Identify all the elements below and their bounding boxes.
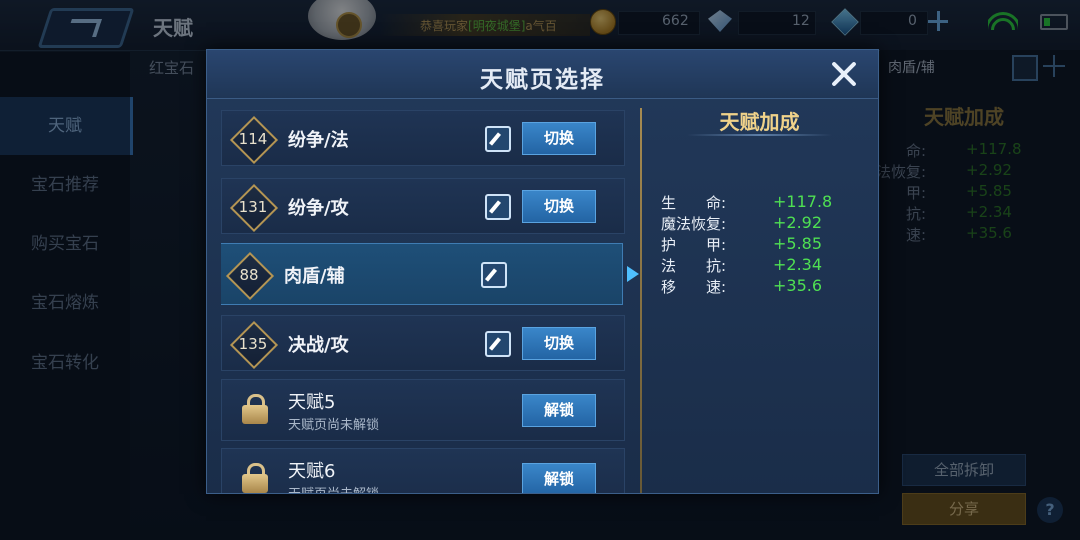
panel-divider xyxy=(640,108,642,493)
stat-label: 法 抗: xyxy=(661,257,727,275)
talent-page-row-selected[interactable]: 88 肉盾/辅 xyxy=(221,243,623,305)
level-badge: 135 xyxy=(229,320,279,370)
locked-hint: 天赋页尚未解锁 xyxy=(288,483,379,493)
stat-value: +2.34 xyxy=(773,255,823,274)
talent-page-row[interactable]: 114 纷争/法 切换 xyxy=(221,110,625,166)
edit-icon[interactable] xyxy=(485,331,511,357)
stat-value: +2.92 xyxy=(773,213,823,232)
bonus-stat-row: 移 速: +35.6 xyxy=(661,276,871,298)
dialog-header: 天赋页选择 xyxy=(207,50,878,99)
talent-page-selection-dialog: 天赋页选择 114 纷争/法 切换 131 纷争/攻 切换 88 肉盾/辅 13… xyxy=(206,49,879,494)
locked-hint: 天赋页尚未解锁 xyxy=(288,418,380,433)
level-badge: 131 xyxy=(229,183,279,233)
page-name: 决战/攻 xyxy=(288,335,349,356)
talent-bonus-panel: 天赋加成 生 命: +117.8 魔法恢复: +2.92 护 甲: +5.85 法 抗… xyxy=(647,100,872,490)
edit-icon[interactable] xyxy=(485,194,511,220)
stat-label: 生 命: xyxy=(661,194,727,212)
edit-icon[interactable] xyxy=(485,126,511,152)
switch-button[interactable]: 切换 xyxy=(522,122,596,155)
stat-label: 移 速: xyxy=(661,278,727,296)
unlock-button[interactable]: 解锁 xyxy=(522,463,596,493)
page-name: 纷争/法 xyxy=(288,130,349,151)
page-name: 肉盾/辅 xyxy=(284,266,345,287)
talent-page-row[interactable]: 131 纷争/攻 切换 xyxy=(221,178,625,234)
stat-value: +117.8 xyxy=(773,192,833,211)
unlock-button[interactable]: 解锁 xyxy=(522,394,596,427)
selection-arrow-icon xyxy=(627,266,639,282)
bonus-stat-row: 护 甲: +5.85 xyxy=(661,234,871,256)
lock-icon xyxy=(242,463,268,493)
level-number: 88 xyxy=(239,266,259,284)
stat-label: 护 甲: xyxy=(661,236,727,254)
edit-icon[interactable] xyxy=(481,262,507,288)
bonus-stat-row: 生 命: +117.8 xyxy=(661,192,871,214)
dialog-title: 天赋页选择 xyxy=(480,67,605,93)
switch-button[interactable]: 切换 xyxy=(522,190,596,223)
switch-button[interactable]: 切换 xyxy=(522,327,596,360)
locked-talent-page-row[interactable]: 天赋5 天赋页尚未解锁 解锁 xyxy=(221,379,625,441)
stat-value: +5.85 xyxy=(773,234,823,253)
locked-talent-page-row[interactable]: 天赋6 天赋页尚未解锁 解锁 xyxy=(221,448,625,493)
page-name: 天赋6 xyxy=(288,461,336,482)
title-underline xyxy=(687,134,832,136)
close-icon[interactable] xyxy=(827,57,861,91)
level-number: 135 xyxy=(238,335,268,353)
bonus-stat-row: 魔法恢复: +2.92 xyxy=(661,213,871,235)
bonus-title: 天赋加成 xyxy=(719,110,800,134)
page-name: 天赋5 xyxy=(288,392,336,413)
lock-icon xyxy=(242,394,268,424)
level-badge: 88 xyxy=(225,251,275,301)
page-name: 纷争/攻 xyxy=(288,198,349,219)
stat-value: +35.6 xyxy=(773,276,823,295)
bonus-stat-row: 法 抗: +2.34 xyxy=(661,255,871,277)
level-number: 131 xyxy=(238,198,268,216)
stat-label: 魔法恢复: xyxy=(661,215,727,233)
talent-page-row[interactable]: 135 决战/攻 切换 xyxy=(221,315,625,371)
level-badge: 114 xyxy=(229,115,279,165)
talent-page-list[interactable]: 114 纷争/法 切换 131 纷争/攻 切换 88 肉盾/辅 135 决战/攻… xyxy=(221,108,629,493)
level-number: 114 xyxy=(238,130,268,148)
